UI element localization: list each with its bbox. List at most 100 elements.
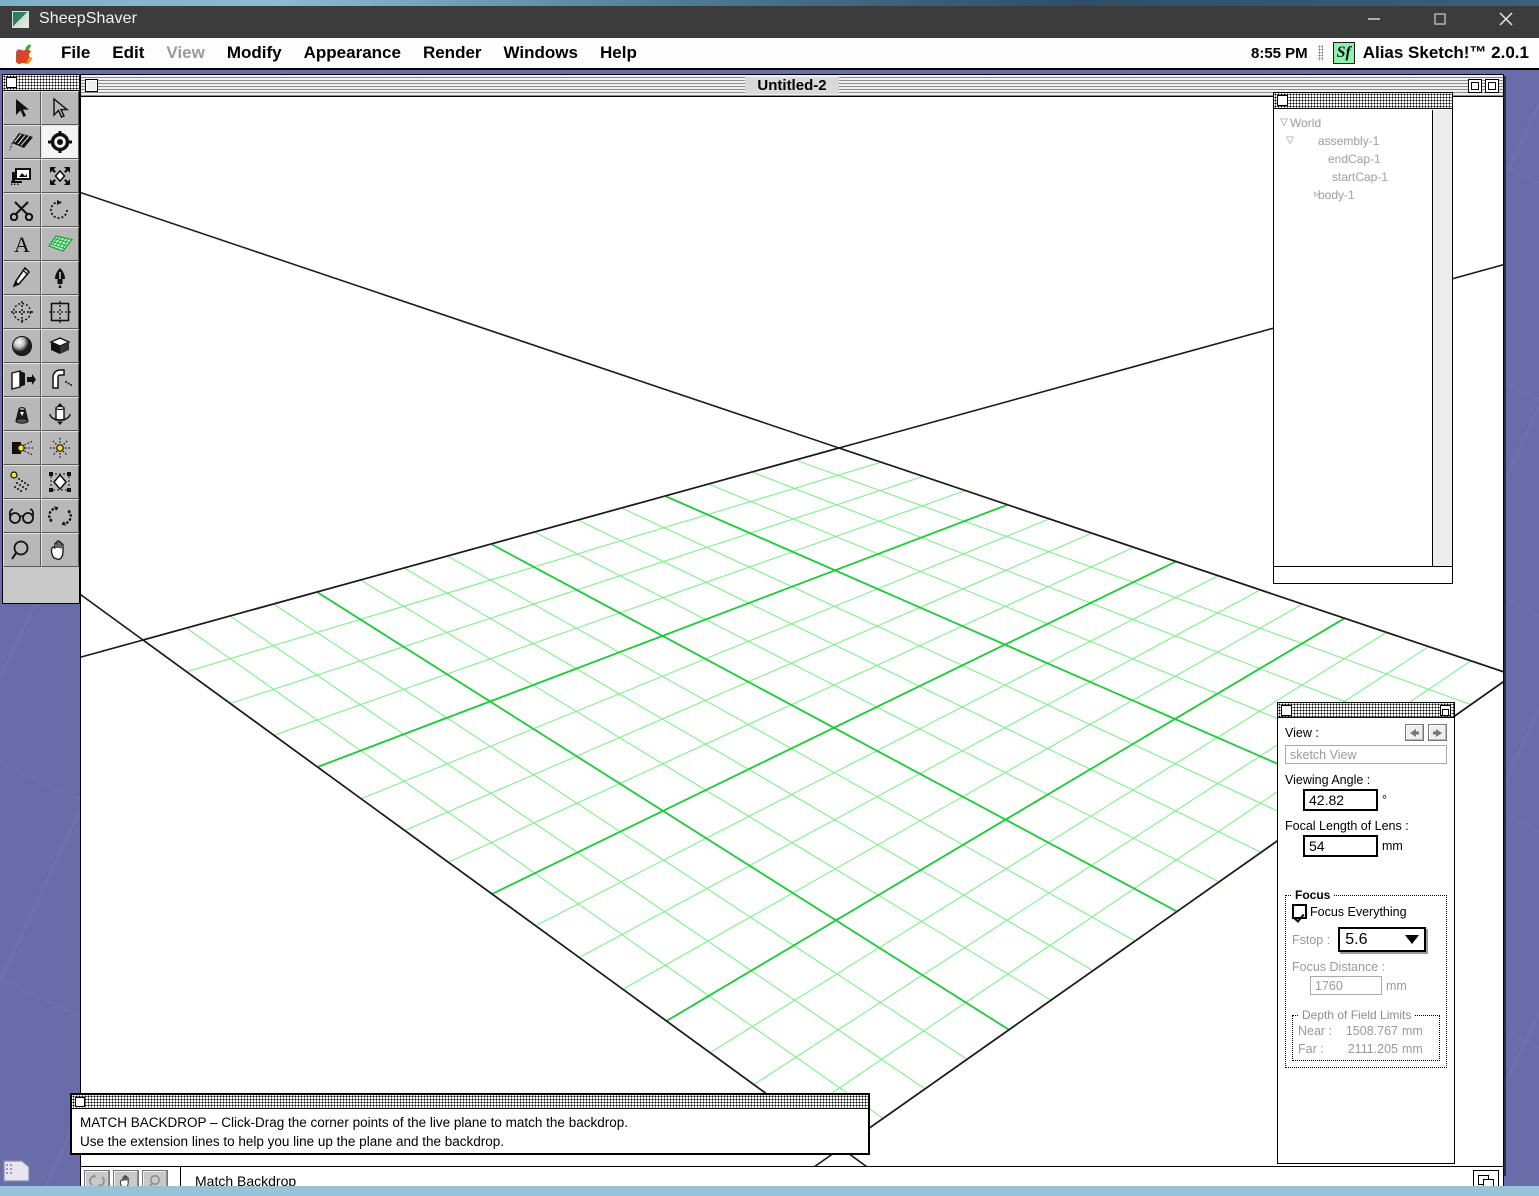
focus-group: Focus Focus Everything Fstop : 5.6 Focus… — [1285, 888, 1447, 1068]
tool-palette-close-box[interactable] — [6, 77, 17, 88]
outliner-item-label: endCap-1 — [1328, 152, 1381, 166]
revolve-tool[interactable] — [41, 397, 79, 431]
prompt-window: MATCH BACKDROP – Click-Drag the corner p… — [70, 1093, 870, 1155]
focal-length-unit: mm — [1382, 839, 1403, 853]
outliner-close-box[interactable] — [1277, 95, 1288, 106]
prompt-close-box[interactable] — [75, 1096, 85, 1107]
list-item[interactable]: ▽ World — [1278, 114, 1428, 132]
move-transform-tool[interactable] — [41, 159, 79, 193]
inspector-zoom-box[interactable] — [1440, 704, 1451, 716]
active-application-name[interactable]: Alias Sketch!™ 2.0.1 — [1363, 43, 1529, 63]
fstop-label: Fstop : — [1292, 932, 1331, 947]
circle-tool[interactable] — [3, 295, 41, 329]
maximize-icon[interactable] — [1407, 0, 1473, 38]
view-nav-buttons — [1405, 724, 1447, 741]
pen-tool[interactable] — [41, 261, 79, 295]
close-icon[interactable] — [1473, 0, 1539, 38]
host-window-title: SheepShaver — [39, 10, 138, 27]
focus-distance-input[interactable]: 1760 — [1310, 976, 1382, 995]
outliner-item-label: startCap-1 — [1332, 170, 1389, 184]
floppy-disk-icon[interactable] — [2, 1157, 32, 1185]
view-name-field[interactable]: sketch View — [1285, 745, 1447, 764]
menu-clock[interactable]: 8:55 PM — [1251, 45, 1308, 62]
prompt-line-2: Use the extension lines to help you line… — [80, 1134, 505, 1149]
viewing-angle-input[interactable]: 42.82 — [1303, 789, 1378, 811]
dof-near-value: 1508.767 — [1345, 1024, 1398, 1038]
select-arrow-tool[interactable] — [3, 91, 41, 125]
inspector-close-box[interactable] — [1281, 704, 1292, 716]
menu-edit[interactable]: Edit — [101, 38, 155, 68]
apple-logo-icon[interactable] — [16, 42, 36, 64]
pick-arrow-tool[interactable] — [41, 91, 79, 125]
fstop-value: 5.6 — [1345, 930, 1368, 948]
outliner-horizontal-scrollbar[interactable] — [1274, 566, 1452, 583]
document-zoom-box[interactable] — [1468, 78, 1482, 93]
dof-far-label: Far : — [1298, 1042, 1324, 1056]
focus-everything-row[interactable]: Focus Everything — [1292, 904, 1440, 919]
list-item[interactable]: startCap-1 — [1278, 168, 1428, 186]
lathe-tool[interactable] — [3, 397, 41, 431]
disclosure-triangle-icon[interactable]: ▽ — [1278, 114, 1290, 132]
menu-bar-grip — [1317, 45, 1323, 61]
arrow-right-icon[interactable] — [1428, 724, 1447, 741]
viewing-angle-unit: ° — [1382, 793, 1387, 807]
menu-appearance[interactable]: Appearance — [293, 38, 412, 68]
plane-tool[interactable] — [3, 125, 41, 159]
point-light-tool[interactable] — [41, 431, 79, 465]
pencil-tool[interactable] — [3, 261, 41, 295]
outliner-list[interactable]: ▽ World ▽ assembly-1 endCap-1 startCap-1… — [1274, 110, 1432, 566]
list-item[interactable]: endCap-1 — [1278, 150, 1428, 168]
grid-plane-tool[interactable] — [41, 227, 79, 261]
orbit-tool[interactable] — [41, 499, 79, 533]
scissors-cut-tool[interactable] — [3, 193, 41, 227]
directional-light-tool[interactable] — [3, 465, 41, 499]
menu-modify[interactable]: Modify — [216, 38, 293, 68]
host-window-controls — [1341, 0, 1539, 38]
list-item[interactable]: ▹ body-1 — [1278, 186, 1428, 204]
document-grow-box[interactable] — [1485, 78, 1499, 93]
eyeglasses-view-tool[interactable] — [3, 499, 41, 533]
desktop-bottom-strip — [0, 1186, 1539, 1196]
focus-distance-label: Focus Distance : — [1292, 960, 1386, 974]
cube-tool[interactable] — [41, 329, 79, 363]
focus-group-title: Focus — [1292, 888, 1334, 902]
target-center-tool[interactable] — [41, 125, 79, 159]
menu-windows[interactable]: Windows — [493, 38, 589, 68]
focus-everything-checkbox[interactable] — [1292, 904, 1307, 919]
fstop-dropdown[interactable]: 5.6 — [1338, 927, 1427, 952]
dof-near-unit: mm — [1402, 1024, 1423, 1038]
view-inspector-window: View : sketch View Viewing Angle : 42.82 — [1277, 702, 1455, 1164]
spot-light-tool[interactable] — [3, 431, 41, 465]
arrow-left-icon[interactable] — [1405, 724, 1424, 741]
tool-grid: A — [3, 91, 79, 567]
disclosure-triangle-icon[interactable]: ▽ — [1284, 132, 1296, 150]
outliner-titlebar[interactable] — [1274, 93, 1452, 109]
alias-sketch-icon[interactable]: Sf — [1332, 42, 1355, 64]
list-item[interactable]: ▽ assembly-1 — [1278, 132, 1428, 150]
backdrop-image-tool[interactable] — [3, 159, 41, 193]
tool-palette-titlebar[interactable] — [3, 75, 79, 91]
text-tool[interactable]: A — [3, 227, 41, 261]
outliner-item-label: assembly-1 — [1318, 134, 1380, 148]
prompt-titlebar[interactable] — [72, 1095, 868, 1109]
sweep-tool[interactable] — [41, 363, 79, 397]
hand-pan-tool[interactable] — [41, 533, 79, 567]
prompt-text: MATCH BACKDROP – Click-Drag the corner p… — [72, 1109, 868, 1155]
extrude-tool[interactable] — [3, 363, 41, 397]
menu-help[interactable]: Help — [589, 38, 648, 68]
sphere-tool[interactable] — [3, 329, 41, 363]
chevron-down-icon — [1405, 935, 1420, 944]
menu-render[interactable]: Render — [412, 38, 493, 68]
disclosure-triangle-icon[interactable]: ▹ — [1284, 186, 1319, 204]
inspector-body: View : sketch View Viewing Angle : 42.82 — [1278, 718, 1454, 1074]
magnify-zoom-tool[interactable] — [3, 533, 41, 567]
minimize-icon[interactable] — [1341, 0, 1407, 38]
square-tool[interactable] — [41, 295, 79, 329]
outliner-vertical-scrollbar[interactable] — [1432, 110, 1452, 566]
rotate-tool[interactable] — [41, 193, 79, 227]
bounding-box-tool[interactable] — [41, 465, 79, 499]
menu-file[interactable]: File — [50, 38, 101, 68]
depth-of-field-group: Depth of Field Limits Near : 1508.767 mm… — [1292, 1008, 1440, 1061]
inspector-titlebar[interactable] — [1278, 703, 1454, 718]
focal-length-input[interactable]: 54 — [1303, 835, 1378, 857]
